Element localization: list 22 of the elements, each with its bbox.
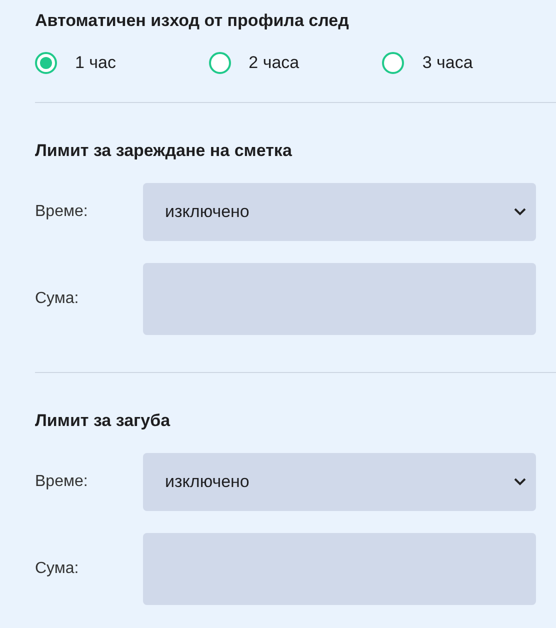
amount-input[interactable] <box>143 263 536 335</box>
field-label: Време: <box>35 203 89 221</box>
radio-option[interactable]: 2 часа <box>208 52 382 74</box>
chevron-down-icon <box>514 478 526 486</box>
time-select[interactable]: изключено <box>143 453 536 511</box>
radio-label: 1 час <box>75 53 116 73</box>
chevron-down-icon <box>514 208 526 216</box>
radio-icon[interactable] <box>208 52 231 74</box>
radio-icon[interactable] <box>35 52 57 74</box>
section-title: Лимит за зареждане на сметка <box>35 140 293 162</box>
section-title: Автоматичен изход от профила след <box>35 10 350 32</box>
radio-option[interactable]: 1 час <box>35 52 209 74</box>
time-select[interactable]: изключено <box>143 183 536 241</box>
field-label: Сума: <box>35 290 80 308</box>
field-label: Сума: <box>35 560 80 578</box>
radio-option[interactable]: 3 часа <box>382 52 556 74</box>
radio-label: 2 часа <box>248 53 300 73</box>
amount-input[interactable] <box>143 533 536 605</box>
field-label: Време: <box>35 473 89 491</box>
radio-label: 3 часа <box>422 53 473 73</box>
radio-icon[interactable] <box>382 52 404 74</box>
section-title: Лимит за загуба <box>35 410 172 432</box>
